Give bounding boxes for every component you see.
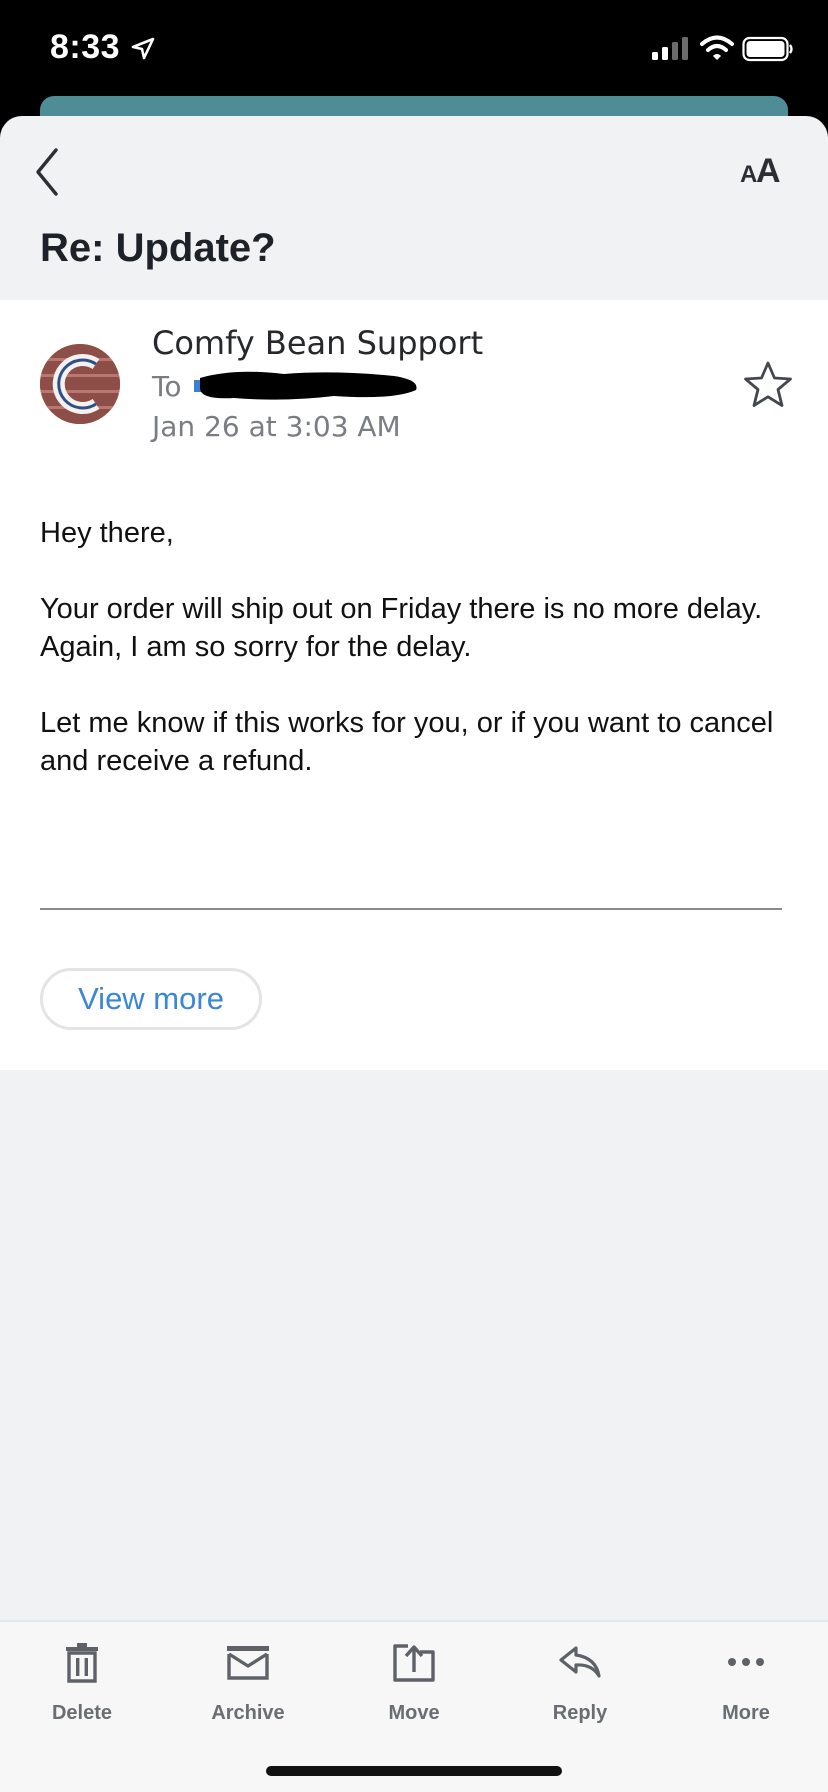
star-icon[interactable] xyxy=(742,360,794,410)
text-size-icon[interactable]: A A xyxy=(740,152,788,188)
message-subject: Re: Update? xyxy=(40,226,276,270)
reply-icon xyxy=(559,1646,601,1678)
archive-icon xyxy=(227,1646,269,1680)
delete-button[interactable]: Delete xyxy=(22,1638,142,1725)
more-button[interactable]: More xyxy=(686,1638,806,1725)
delete-label: Delete xyxy=(51,1702,113,1724)
location-arrow-icon xyxy=(131,37,155,60)
more-icon xyxy=(728,1658,764,1666)
cellular-signal-icon xyxy=(652,37,688,60)
wifi-icon xyxy=(700,35,734,60)
message-sheet: A A Re: Update? Comfy Bean Support To Ja… xyxy=(0,116,828,1792)
status-bar: 8:33 xyxy=(0,0,828,100)
archive-button[interactable]: Archive xyxy=(188,1638,308,1725)
trash-icon xyxy=(66,1643,98,1683)
body-paragraph: Let me know if this works for you, or if… xyxy=(40,707,774,777)
archive-label: Archive xyxy=(211,1702,285,1724)
sender-avatar[interactable] xyxy=(40,344,120,424)
more-label: More xyxy=(722,1702,770,1724)
svg-text:A: A xyxy=(740,161,757,188)
reply-button[interactable]: Reply xyxy=(520,1638,640,1725)
home-indicator[interactable] xyxy=(266,1766,562,1776)
recipient-label: To xyxy=(152,370,182,403)
move-button[interactable]: Move xyxy=(354,1638,474,1725)
email-card: Comfy Bean Support To Jan 26 at 3:03 AM … xyxy=(0,300,828,1070)
quote-divider xyxy=(40,908,782,910)
reply-label: Reply xyxy=(552,1702,608,1724)
svg-text:A: A xyxy=(756,152,781,188)
back-chevron-icon[interactable] xyxy=(30,146,66,198)
status-time: 8:33 xyxy=(50,28,121,66)
move-icon xyxy=(393,1644,435,1682)
body-greeting: Hey there, xyxy=(40,517,174,549)
move-label: Move xyxy=(388,1702,440,1724)
avatar-logo-icon xyxy=(40,344,120,424)
sender-name[interactable]: Comfy Bean Support xyxy=(152,324,483,362)
battery-icon xyxy=(742,36,793,62)
message-date: Jan 26 at 3:03 AM xyxy=(152,410,401,443)
body-paragraph: Your order will ship out on Friday there… xyxy=(40,593,763,663)
recipient-redaction xyxy=(194,371,417,400)
view-more-button[interactable]: View more xyxy=(40,968,262,1030)
